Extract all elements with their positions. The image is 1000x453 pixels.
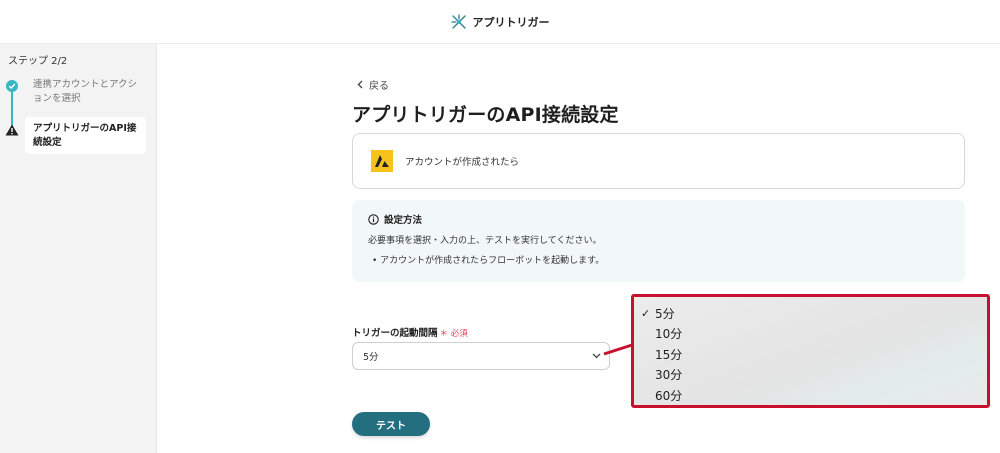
dropdown-option-label: 10分 <box>655 327 683 342</box>
top-bar: アプリトリガー <box>0 0 1000 44</box>
interval-dropdown-menu: ✓ 5分 10分 15分 30分 60分 <box>631 294 990 408</box>
step-counter: ステップ 2/2 <box>8 56 68 67</box>
trigger-name: アカウントが作成されたら <box>405 157 520 168</box>
chevron-down-icon <box>592 353 601 359</box>
required-badge: ＊ 必須 <box>439 329 468 339</box>
check-icon: ✓ <box>641 306 651 320</box>
back-link[interactable]: 戻る <box>357 77 389 92</box>
step-rail <box>11 90 13 128</box>
dropdown-option-label: 15分 <box>655 347 683 362</box>
instructions-bullet: • アカウントが作成されたらフローボットを起動します。 <box>372 256 605 266</box>
sidebar-step-api-settings[interactable]: アプリトリガーのAPI接続設定 <box>25 117 146 154</box>
test-button[interactable]: テスト <box>352 412 430 436</box>
interval-select-value: 5分 <box>363 352 379 363</box>
app-title: アプリトリガー <box>472 15 550 29</box>
dropdown-option[interactable]: 30分 <box>634 365 987 386</box>
instructions-box: 設定方法 必要事項を選択・入力の上、テストを実行してください。 • アカウントが… <box>352 200 965 282</box>
dropdown-option[interactable]: 15分 <box>634 344 987 365</box>
info-icon <box>368 213 379 225</box>
dropdown-option-label: 60分 <box>655 388 683 403</box>
chevron-left-icon <box>357 80 363 89</box>
instructions-heading: 設定方法 <box>384 215 423 226</box>
page-title: アプリトリガーのAPI接続設定 <box>352 104 619 126</box>
sidebar-step-select-account[interactable]: 連携アカウントとアクションを選択 <box>33 78 145 106</box>
dropdown-option[interactable]: ✓ 5分 <box>634 303 987 324</box>
interval-select[interactable]: 5分 <box>352 342 610 370</box>
interval-field-label: トリガーの起動間隔＊ 必須 <box>352 325 468 339</box>
warning-icon <box>5 124 19 136</box>
dropdown-option[interactable]: 60分 <box>634 385 987 406</box>
app-trigger-icon <box>450 13 466 29</box>
check-icon <box>6 80 18 92</box>
interval-label-text: トリガーの起動間隔 <box>352 328 438 339</box>
dropdown-option-label: 30分 <box>655 368 683 383</box>
dropdown-option-label: 5分 <box>655 306 675 321</box>
dropdown-option[interactable]: 10分 <box>634 324 987 345</box>
instructions-text: 必要事項を選択・入力の上、テストを実行してください。 <box>368 236 602 246</box>
app-logo-icon <box>371 150 393 172</box>
back-label: 戻る <box>369 81 389 92</box>
callout-connector <box>603 343 633 356</box>
sidebar: ステップ 2/2 連携アカウントとアクションを選択 アプリトリガーのAPI接続設… <box>0 44 157 453</box>
trigger-app-card: アカウントが作成されたら <box>352 133 965 189</box>
